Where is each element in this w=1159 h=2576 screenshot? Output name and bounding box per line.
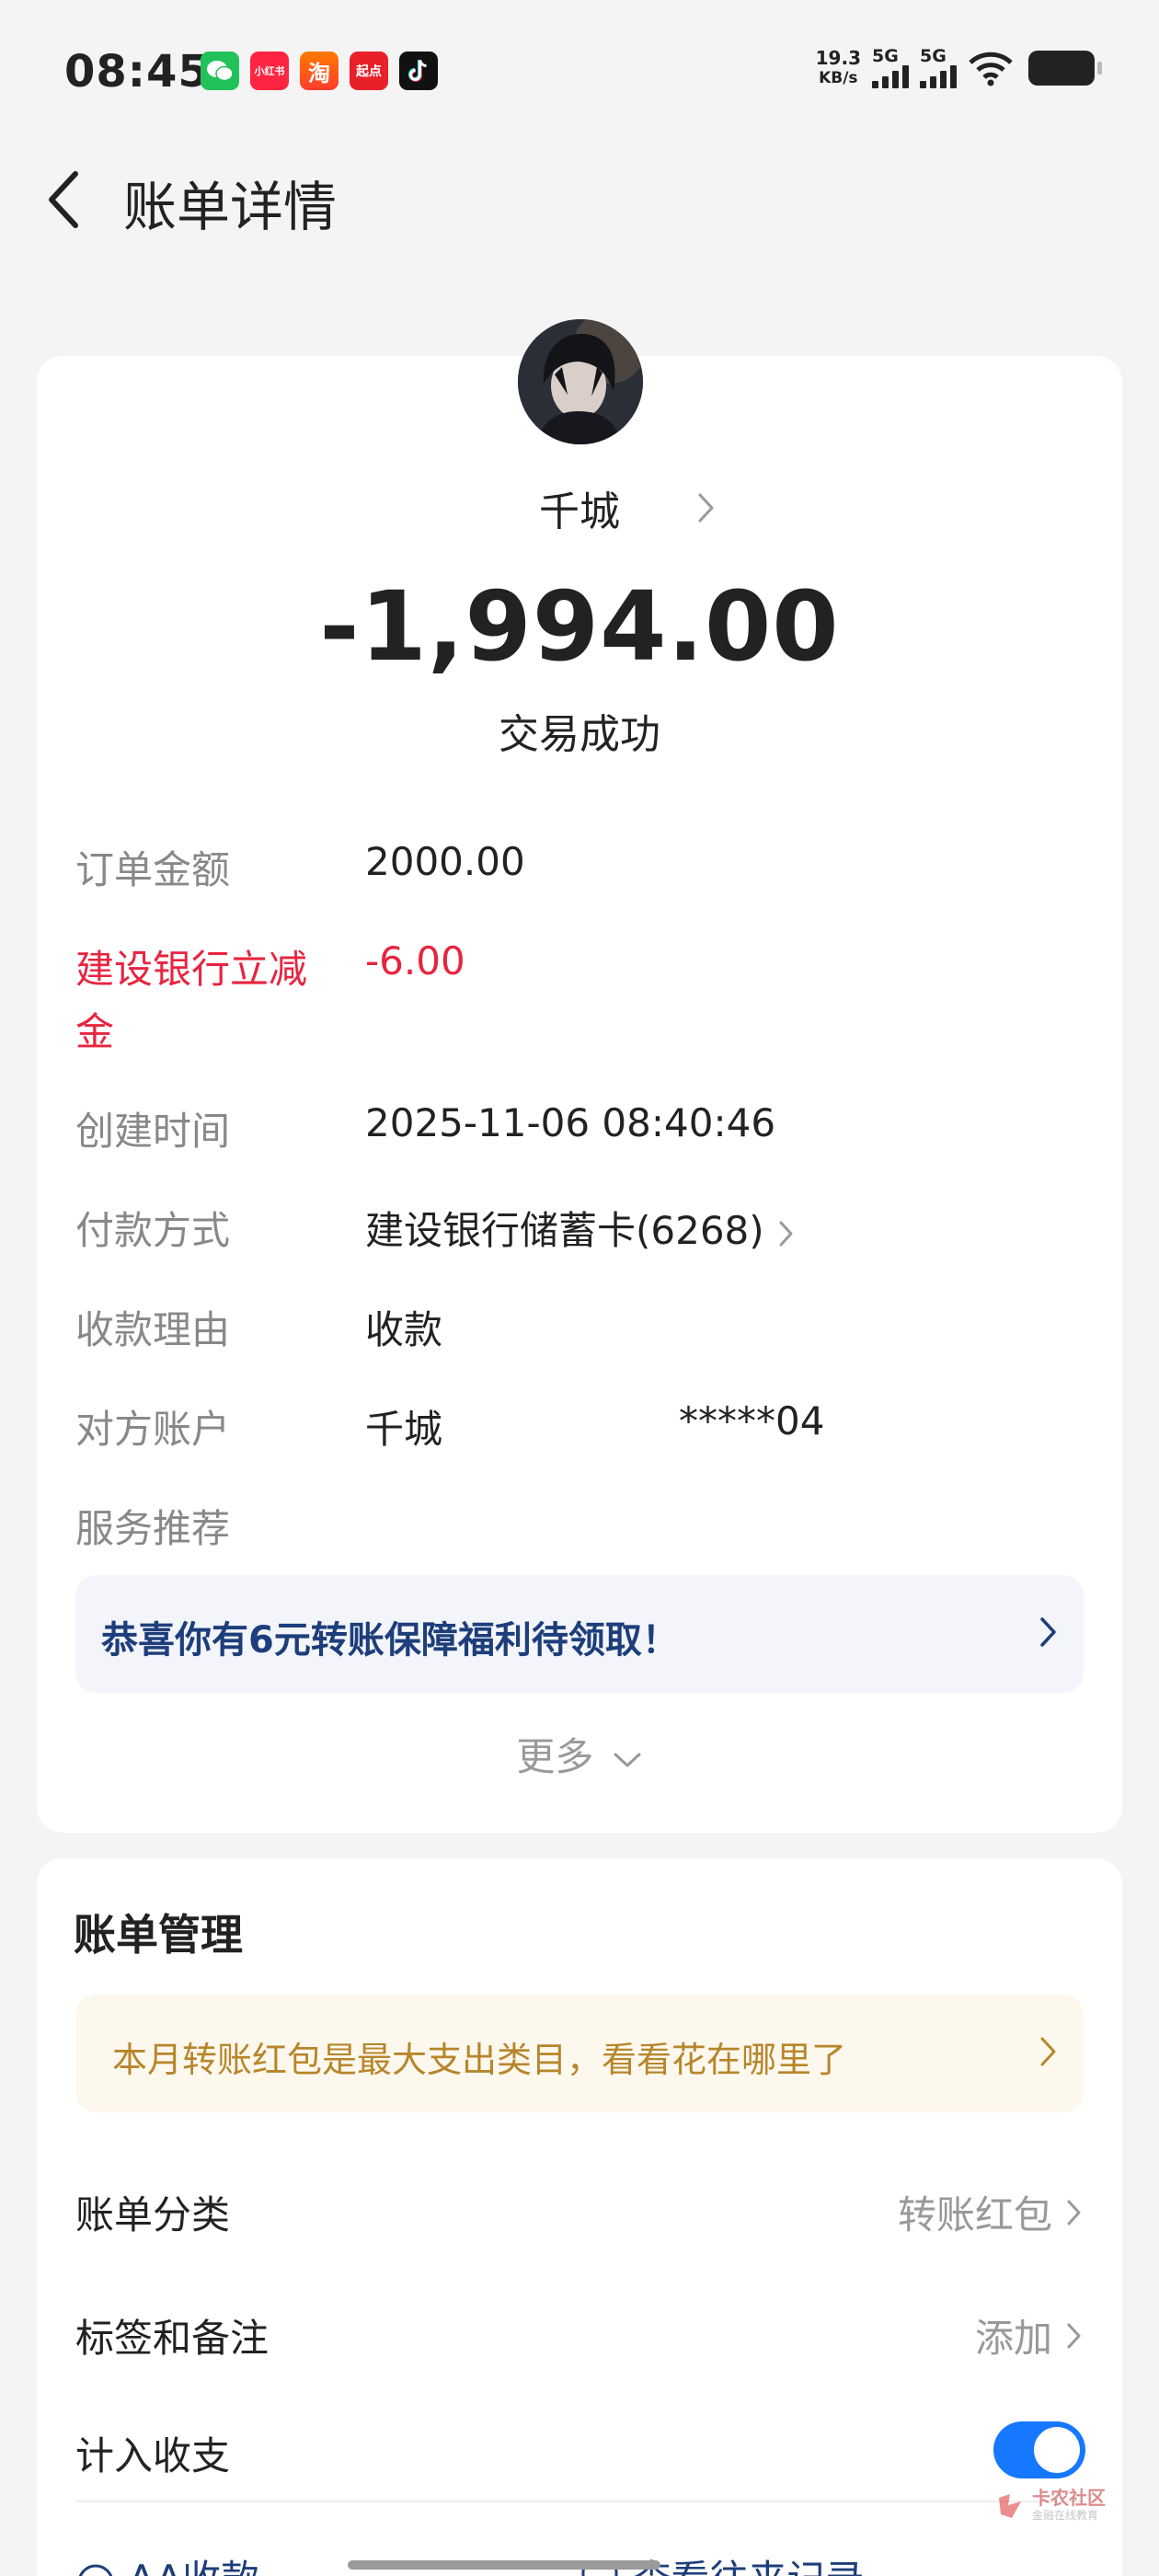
- more-label: 更多: [516, 1734, 594, 1779]
- transfer-protection-text: 恭喜你有6元转账保障福利待领取！: [101, 1619, 679, 1662]
- xhs-icon-label: 小红书: [254, 65, 285, 77]
- back-button[interactable]: [37, 167, 92, 232]
- signal-gen-label: 5G: [872, 46, 899, 66]
- wechat-icon: [201, 52, 239, 90]
- battery-icon: [1028, 51, 1102, 86]
- bill-management-title: 账单管理: [74, 1910, 243, 1960]
- transfer-protection-banner[interactable]: 恭喜你有6元转账保障福利待领取！: [75, 1575, 1084, 1693]
- counterparty-account-name: 千城: [365, 1407, 443, 1452]
- signal-icon: 5G: [872, 48, 909, 88]
- nav-header: 账单详情: [0, 147, 1159, 248]
- notification-icons: 小红书 淘 起点: [201, 52, 438, 90]
- signal-icon: 5G: [920, 48, 957, 88]
- status-bar: 08:45 小红书 淘 起点 19.3 KB/s 5G 5G: [0, 0, 1159, 147]
- payment-method-text: 建设银行储蓄卡(6268): [365, 1208, 764, 1253]
- taobao-icon-label: 淘: [308, 60, 330, 86]
- chevron-left-icon: [49, 171, 78, 228]
- payment-method-label: 付款方式: [75, 1208, 231, 1253]
- network-speed: 19.3 KB/s: [816, 48, 861, 88]
- system-icons: 19.3 KB/s 5G 5G: [816, 48, 1102, 88]
- transaction-status: 交易成功: [499, 711, 660, 758]
- network-speed-value: 19.3: [815, 47, 861, 69]
- created-time-value: 2025-11-06 08:40:46: [365, 1100, 776, 1145]
- xiaohongshu-icon: 小红书: [250, 52, 289, 90]
- chevron-right-icon: [779, 1221, 793, 1246]
- chevron-right-icon: [1040, 1617, 1056, 1647]
- network-speed-unit: KB/s: [819, 69, 858, 87]
- qidian-icon: 起点: [350, 52, 388, 90]
- douyin-icon: [399, 52, 438, 90]
- chevron-right-icon: [1067, 2200, 1081, 2225]
- discount-label: 建设银行立减: [75, 947, 308, 992]
- watermark-subtext: 金融在线教育: [1032, 2509, 1099, 2522]
- toggle-knob: [1034, 2427, 1080, 2473]
- chevron-down-icon: [614, 1753, 641, 1766]
- chevron-right-icon[interactable]: [695, 489, 717, 526]
- divider: [75, 2501, 1084, 2502]
- payment-method-value[interactable]: 建设银行储蓄卡(6268): [365, 1200, 796, 1256]
- include-in-stats-toggle[interactable]: [993, 2421, 1085, 2478]
- reason-label: 收款理由: [75, 1307, 231, 1352]
- tags-notes-label: 标签和备注: [75, 2316, 270, 2361]
- reason-value: 收款: [365, 1307, 443, 1352]
- order-amount-value: 2000.00: [365, 839, 525, 884]
- discount-value: -6.00: [365, 938, 465, 983]
- wifi-icon: [969, 52, 1013, 86]
- view-history-label: 查看往来记录: [632, 2557, 864, 2576]
- bill-category-value[interactable]: 转账红包: [898, 2184, 1084, 2240]
- payee-name[interactable]: 千城: [0, 478, 1159, 537]
- discount-label-line2: 金: [75, 1009, 115, 1054]
- counterparty-account-label: 对方账户: [75, 1407, 231, 1452]
- watermark-text: 卡农社区: [1032, 2487, 1106, 2509]
- watermark-logo: 卡农社区 金融在线教育: [995, 2489, 1106, 2523]
- include-in-stats-label: 计入收支: [75, 2433, 231, 2478]
- home-indicator[interactable]: [348, 2560, 660, 2570]
- aa-collect-label: AA收款: [128, 2557, 259, 2576]
- status-time: 08:45: [64, 46, 210, 98]
- order-amount-label: 订单金额: [75, 847, 231, 892]
- service-recommend-label: 服务推荐: [75, 1506, 231, 1551]
- page-title: 账单详情: [123, 176, 338, 238]
- bill-category-text: 转账红包: [897, 2192, 1052, 2237]
- kanong-logo-icon: [999, 2493, 1021, 2518]
- tags-notes-text: 添加: [974, 2316, 1052, 2361]
- chevron-right-icon: [1067, 2323, 1081, 2348]
- counterparty-account-number: *****04: [679, 1398, 825, 1443]
- spending-insight-text: 本月转账红包是最大支出类目，看看花在哪里了: [112, 2040, 847, 2080]
- bill-category-label: 账单分类: [75, 2192, 231, 2237]
- created-time-label: 创建时间: [75, 1109, 231, 1154]
- aa-collect-button[interactable]: AA收款: [75, 2548, 259, 2576]
- chevron-right-icon: [1040, 2037, 1056, 2066]
- avatar[interactable]: [518, 319, 643, 444]
- more-button[interactable]: 更多: [0, 1726, 1159, 1782]
- spending-insight-banner[interactable]: 本月转账红包是最大支出类目，看看花在哪里了: [75, 1995, 1084, 2112]
- tags-notes-value[interactable]: 添加: [975, 2307, 1084, 2363]
- signal-gen-label: 5G: [920, 46, 947, 66]
- taobao-icon: 淘: [300, 52, 339, 90]
- transaction-amount: -1,994.00: [319, 570, 840, 683]
- qidian-icon-label: 起点: [356, 64, 382, 79]
- aa-icon: [78, 2564, 113, 2576]
